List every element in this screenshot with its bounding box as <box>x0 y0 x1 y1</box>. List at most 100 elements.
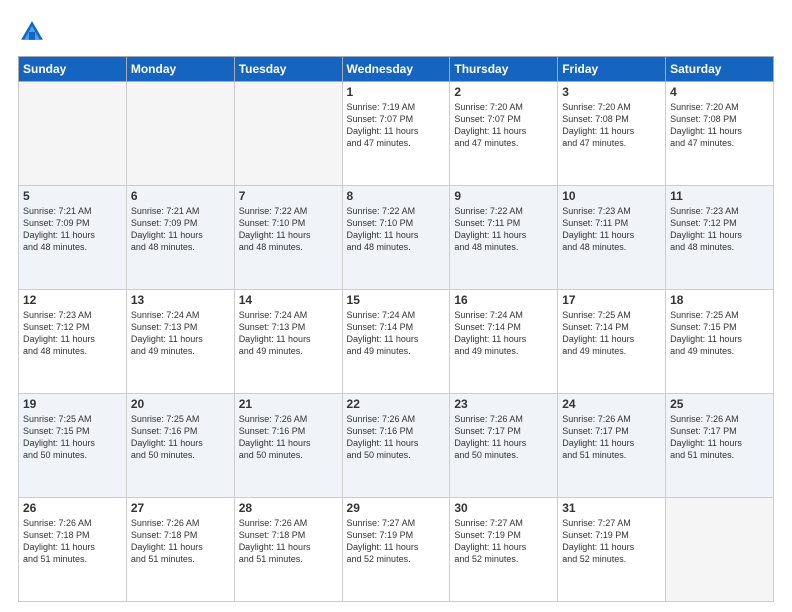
day-number: 10 <box>562 189 661 203</box>
calendar-day-cell: 14Sunrise: 7:24 AM Sunset: 7:13 PM Dayli… <box>234 290 342 394</box>
weekday-header-thursday: Thursday <box>450 57 558 82</box>
calendar-week-row: 19 Sunrise: 7:25 AM Sunset: 7:15 PM Dayli… <box>19 394 774 498</box>
calendar-day-cell: 3 Sunrise: 7:20 AM Sunset: 7:08 PM Daylig… <box>558 82 666 186</box>
calendar-day-cell: 29 Sunrise: 7:27 AM Sunset: 7:19 PM Dayli… <box>342 498 450 602</box>
calendar-day-cell: 8Sunrise: 7:22 AM Sunset: 7:10 PM Daylig… <box>342 186 450 290</box>
calendar-day-cell: 4 Sunrise: 7:20 AM Sunset: 7:08 PM Daylig… <box>666 82 774 186</box>
weekday-header-sunday: Sunday <box>19 57 127 82</box>
day-number: 24 <box>562 397 661 411</box>
day-number: 13 <box>131 293 230 307</box>
day-info: Sunrise: 7:21 AM Sunset: 7:09 PM Dayligh… <box>131 205 230 254</box>
calendar-day-cell: 18 Sunrise: 7:25 AM Sunset: 7:15 PM Dayli… <box>666 290 774 394</box>
day-number: 27 <box>131 501 230 515</box>
day-info: Sunrise: 7:26 AM Sunset: 7:16 PM Dayligh… <box>239 413 338 462</box>
day-info: Sunrise: 7:20 AM Sunset: 7:08 PM Dayligh… <box>670 101 769 150</box>
day-info: Sunrise: 7:26 AM Sunset: 7:18 PM Dayligh… <box>239 517 338 566</box>
calendar-day-cell: 17Sunrise: 7:25 AM Sunset: 7:14 PM Dayli… <box>558 290 666 394</box>
day-number: 29 <box>347 501 446 515</box>
day-number: 4 <box>670 85 769 99</box>
calendar-day-cell: 15 Sunrise: 7:24 AM Sunset: 7:14 PM Dayli… <box>342 290 450 394</box>
day-info: Sunrise: 7:22 AM Sunset: 7:10 PM Dayligh… <box>347 205 446 254</box>
calendar-day-cell: 22Sunrise: 7:26 AM Sunset: 7:16 PM Dayli… <box>342 394 450 498</box>
calendar-week-row: 26 Sunrise: 7:26 AM Sunset: 7:18 PM Dayli… <box>19 498 774 602</box>
calendar-day-cell: 2 Sunrise: 7:20 AM Sunset: 7:07 PM Daylig… <box>450 82 558 186</box>
day-number: 17 <box>562 293 661 307</box>
weekday-header-monday: Monday <box>126 57 234 82</box>
calendar-day-cell: 19 Sunrise: 7:25 AM Sunset: 7:15 PM Dayli… <box>19 394 127 498</box>
day-number: 26 <box>23 501 122 515</box>
day-info: Sunrise: 7:20 AM Sunset: 7:08 PM Dayligh… <box>562 101 661 150</box>
weekday-header-wednesday: Wednesday <box>342 57 450 82</box>
calendar-day-cell: 10 Sunrise: 7:23 AM Sunset: 7:11 PM Dayli… <box>558 186 666 290</box>
calendar-day-cell: 23 Sunrise: 7:26 AM Sunset: 7:17 PM Dayli… <box>450 394 558 498</box>
day-number: 15 <box>347 293 446 307</box>
calendar-day-cell: 13Sunrise: 7:24 AM Sunset: 7:13 PM Dayli… <box>126 290 234 394</box>
day-number: 30 <box>454 501 553 515</box>
calendar-day-cell: 7 Sunrise: 7:22 AM Sunset: 7:10 PM Daylig… <box>234 186 342 290</box>
day-number: 23 <box>454 397 553 411</box>
calendar-day-cell: 6 Sunrise: 7:21 AM Sunset: 7:09 PM Daylig… <box>126 186 234 290</box>
calendar-day-cell: 11 Sunrise: 7:23 AM Sunset: 7:12 PM Dayli… <box>666 186 774 290</box>
day-number: 12 <box>23 293 122 307</box>
day-info: Sunrise: 7:23 AM Sunset: 7:12 PM Dayligh… <box>670 205 769 254</box>
calendar-day-cell: 1 Sunrise: 7:19 AM Sunset: 7:07 PM Daylig… <box>342 82 450 186</box>
calendar-day-cell: 30 Sunrise: 7:27 AM Sunset: 7:19 PM Dayli… <box>450 498 558 602</box>
calendar-day-cell <box>19 82 127 186</box>
calendar-day-cell: 21 Sunrise: 7:26 AM Sunset: 7:16 PM Dayli… <box>234 394 342 498</box>
day-info: Sunrise: 7:27 AM Sunset: 7:19 PM Dayligh… <box>454 517 553 566</box>
weekday-header-row: SundayMondayTuesdayWednesdayThursdayFrid… <box>19 57 774 82</box>
day-number: 19 <box>23 397 122 411</box>
logo-icon <box>18 18 46 46</box>
weekday-header-saturday: Saturday <box>666 57 774 82</box>
calendar-day-cell: 26Sunrise: 7:26 AM Sunset: 7:18 PM Dayli… <box>19 498 127 602</box>
day-info: Sunrise: 7:22 AM Sunset: 7:10 PM Dayligh… <box>239 205 338 254</box>
calendar-day-cell: 31 Sunrise: 7:27 AM Sunset: 7:19 PM Dayli… <box>558 498 666 602</box>
calendar-week-row: 12 Sunrise: 7:23 AM Sunset: 7:12 PM Dayli… <box>19 290 774 394</box>
day-info: Sunrise: 7:24 AM Sunset: 7:14 PM Dayligh… <box>454 309 553 358</box>
weekday-header-friday: Friday <box>558 57 666 82</box>
day-number: 1 <box>347 85 446 99</box>
day-number: 18 <box>670 293 769 307</box>
calendar-day-cell: 5Sunrise: 7:21 AM Sunset: 7:09 PM Daylig… <box>19 186 127 290</box>
day-info: Sunrise: 7:26 AM Sunset: 7:17 PM Dayligh… <box>562 413 661 462</box>
page: SundayMondayTuesdayWednesdayThursdayFrid… <box>0 0 792 612</box>
day-number: 25 <box>670 397 769 411</box>
header <box>18 18 774 46</box>
day-info: Sunrise: 7:23 AM Sunset: 7:11 PM Dayligh… <box>562 205 661 254</box>
calendar-day-cell: 12 Sunrise: 7:23 AM Sunset: 7:12 PM Dayli… <box>19 290 127 394</box>
day-number: 20 <box>131 397 230 411</box>
calendar-day-cell: 25Sunrise: 7:26 AM Sunset: 7:17 PM Dayli… <box>666 394 774 498</box>
day-number: 21 <box>239 397 338 411</box>
day-info: Sunrise: 7:27 AM Sunset: 7:19 PM Dayligh… <box>562 517 661 566</box>
day-number: 2 <box>454 85 553 99</box>
day-number: 31 <box>562 501 661 515</box>
day-number: 28 <box>239 501 338 515</box>
day-info: Sunrise: 7:26 AM Sunset: 7:16 PM Dayligh… <box>347 413 446 462</box>
day-info: Sunrise: 7:20 AM Sunset: 7:07 PM Dayligh… <box>454 101 553 150</box>
day-number: 6 <box>131 189 230 203</box>
day-info: Sunrise: 7:24 AM Sunset: 7:13 PM Dayligh… <box>239 309 338 358</box>
weekday-header-tuesday: Tuesday <box>234 57 342 82</box>
day-info: Sunrise: 7:25 AM Sunset: 7:15 PM Dayligh… <box>23 413 122 462</box>
calendar-day-cell <box>666 498 774 602</box>
calendar-day-cell: 9 Sunrise: 7:22 AM Sunset: 7:11 PM Daylig… <box>450 186 558 290</box>
calendar-day-cell: 16Sunrise: 7:24 AM Sunset: 7:14 PM Dayli… <box>450 290 558 394</box>
calendar-day-cell <box>126 82 234 186</box>
calendar-day-cell: 28 Sunrise: 7:26 AM Sunset: 7:18 PM Dayli… <box>234 498 342 602</box>
calendar-table: SundayMondayTuesdayWednesdayThursdayFrid… <box>18 56 774 602</box>
day-info: Sunrise: 7:26 AM Sunset: 7:18 PM Dayligh… <box>131 517 230 566</box>
day-info: Sunrise: 7:23 AM Sunset: 7:12 PM Dayligh… <box>23 309 122 358</box>
day-info: Sunrise: 7:24 AM Sunset: 7:14 PM Dayligh… <box>347 309 446 358</box>
day-number: 9 <box>454 189 553 203</box>
day-info: Sunrise: 7:26 AM Sunset: 7:17 PM Dayligh… <box>454 413 553 462</box>
calendar-day-cell <box>234 82 342 186</box>
day-info: Sunrise: 7:22 AM Sunset: 7:11 PM Dayligh… <box>454 205 553 254</box>
day-info: Sunrise: 7:25 AM Sunset: 7:15 PM Dayligh… <box>670 309 769 358</box>
day-number: 7 <box>239 189 338 203</box>
day-info: Sunrise: 7:27 AM Sunset: 7:19 PM Dayligh… <box>347 517 446 566</box>
calendar-day-cell: 27 Sunrise: 7:26 AM Sunset: 7:18 PM Dayli… <box>126 498 234 602</box>
day-info: Sunrise: 7:19 AM Sunset: 7:07 PM Dayligh… <box>347 101 446 150</box>
calendar-week-row: 1 Sunrise: 7:19 AM Sunset: 7:07 PM Daylig… <box>19 82 774 186</box>
day-number: 11 <box>670 189 769 203</box>
day-number: 3 <box>562 85 661 99</box>
